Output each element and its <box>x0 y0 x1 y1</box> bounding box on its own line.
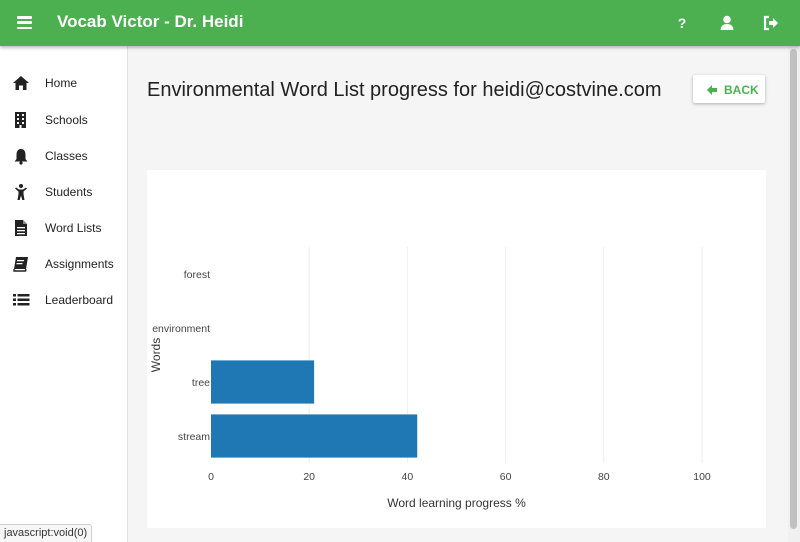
x-tick-label: 80 <box>598 471 610 483</box>
sidebar-item-leaderboard[interactable]: Leaderboard <box>0 285 127 315</box>
bar-stream <box>211 414 418 458</box>
bar-chart: 0 20 40 60 80 100 forest environment tree stream W… <box>149 247 711 510</box>
y-axis-title: Words <box>149 338 163 372</box>
top-app-bar: Vocab Victor - Dr. Heidi ? <box>0 0 800 46</box>
y-tick-label: environment <box>152 323 210 335</box>
progress-chart: 0 20 40 60 80 100 forest environment tree stream W… <box>147 170 766 528</box>
child-icon <box>12 183 30 201</box>
sidebar-item-label: Classes <box>45 149 88 163</box>
sidebar-item-home[interactable]: Home <box>0 68 127 98</box>
scrollbar-thumb[interactable] <box>790 49 797 529</box>
y-tick-label: tree <box>192 377 210 389</box>
help-icon[interactable]: ? <box>672 13 692 33</box>
sidebar-item-label: Leaderboard <box>45 293 114 307</box>
y-tick-label: stream <box>178 431 210 443</box>
x-axis-title: Word learning progress % <box>387 496 526 510</box>
main-content: Environmental Word List progress for hei… <box>128 46 788 542</box>
sidebar-item-students[interactable]: Students <box>0 177 127 207</box>
arrow-left-icon <box>706 83 718 95</box>
back-button-label: BACK <box>724 83 759 97</box>
bell-icon <box>12 147 30 165</box>
sidebar-item-label: Word Lists <box>45 221 102 235</box>
sidebar-item-assignments[interactable]: Assignments <box>0 249 127 279</box>
sidebar-item-word-lists[interactable]: Word Lists <box>0 213 127 243</box>
x-tick-label: 60 <box>500 471 512 483</box>
document-icon <box>12 219 30 237</box>
user-icon[interactable] <box>717 13 737 33</box>
back-button[interactable]: BACK <box>693 75 765 103</box>
sidebar-nav: Home Schools Classes Students Word Lists… <box>0 46 128 542</box>
scrollbar[interactable] <box>788 46 800 542</box>
x-tick-label: 0 <box>208 471 214 483</box>
sidebar-item-schools[interactable]: Schools <box>0 105 127 135</box>
x-tick-label: 100 <box>693 471 711 483</box>
sidebar-item-label: Schools <box>45 113 88 127</box>
building-icon <box>12 111 30 129</box>
x-tick-label: 40 <box>402 471 414 483</box>
list-icon <box>12 291 30 309</box>
x-tick-label: 20 <box>303 471 315 483</box>
home-icon <box>12 74 30 92</box>
sidebar-item-label: Assignments <box>45 257 114 271</box>
logout-icon[interactable] <box>761 13 781 33</box>
y-tick-label: forest <box>184 269 210 281</box>
sidebar-item-classes[interactable]: Classes <box>0 141 127 171</box>
hamburger-menu-icon[interactable] <box>17 16 32 30</box>
svg-text:?: ? <box>678 15 687 31</box>
book-icon <box>12 255 30 273</box>
page-title: Environmental Word List progress for hei… <box>147 79 662 101</box>
bar-tree <box>211 360 315 404</box>
sidebar-item-label: Home <box>45 76 78 90</box>
status-bar-url: javascript:void(0) <box>0 524 93 542</box>
app-title: Vocab Victor - Dr. Heidi <box>57 12 244 31</box>
sidebar-item-label: Students <box>45 185 93 199</box>
